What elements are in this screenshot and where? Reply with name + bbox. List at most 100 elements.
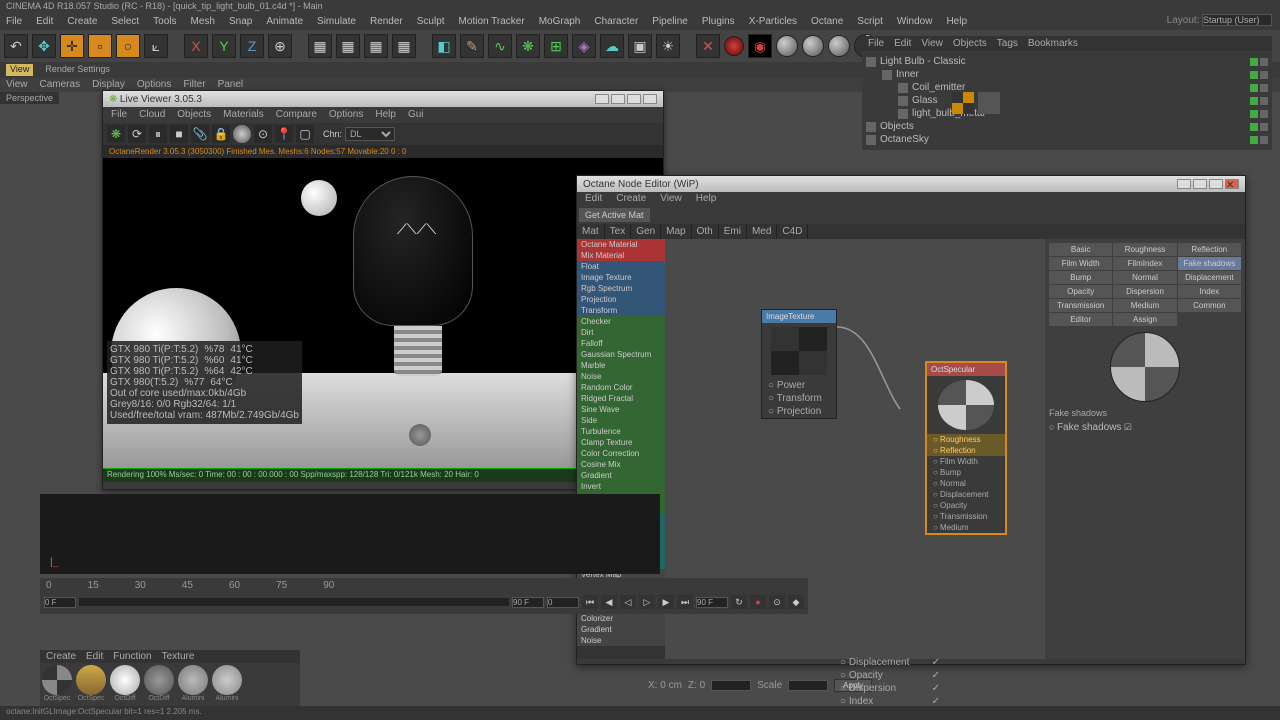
env-icon[interactable]: ☁ [600,34,624,58]
menu-snap[interactable]: Snap [229,16,252,28]
close-icon[interactable] [643,94,657,104]
attr-tab[interactable]: Reflection [1178,243,1241,256]
attr-tab[interactable]: Dispersion [1113,285,1176,298]
node-port[interactable]: ○ Opacity [927,500,1005,511]
scale-input[interactable] [788,680,828,691]
octane-logo-icon[interactable]: ◉ [748,34,772,58]
minimize-icon[interactable] [1177,179,1191,189]
attr-tab[interactable]: FilmIndex [1113,257,1176,270]
array-icon[interactable]: ⊞ [544,34,568,58]
lock-icon[interactable]: 🔒 [212,125,230,143]
menu-plugins[interactable]: Plugins [702,16,735,28]
render-pv-icon[interactable]: ▦ [336,34,360,58]
scale-icon[interactable]: ▫ [88,34,112,58]
menu-render[interactable]: Render [370,16,403,28]
goto-end-icon[interactable]: ⏭ [677,595,693,609]
play-back-icon[interactable]: ◁ [620,595,636,609]
timeline-cur[interactable] [547,597,579,608]
channel-check[interactable]: ○ Opacity✓ [840,669,940,682]
minimize-icon[interactable] [595,94,609,104]
node-port[interactable]: ○ Displacement [927,489,1005,500]
node-type-item[interactable]: Sine Wave [577,404,665,415]
tree-row[interactable]: Glass [866,94,1268,107]
menu-sculpt[interactable]: Sculpt [417,16,445,28]
close-icon[interactable]: ✕ [1225,179,1239,189]
pen-icon[interactable]: ✎ [460,34,484,58]
light-icon[interactable]: ☀ [656,34,680,58]
record-icon[interactable]: ● [750,595,766,609]
node-port[interactable]: ○ Projection [762,405,836,418]
node-port[interactable]: ○ Reflection [927,445,1005,456]
menu-pipeline[interactable]: Pipeline [652,16,688,28]
node-type-item[interactable]: Float [577,261,665,272]
node-type-item[interactable]: Rgb Spectrum [577,283,665,294]
node-editor-titlebar[interactable]: Octane Node Editor (WiP) ✕ [577,176,1245,192]
node-type-item[interactable]: Colorizer [577,613,665,624]
layout-input[interactable] [1202,14,1272,26]
minimize2-icon[interactable] [1193,179,1207,189]
material-thumb[interactable] [144,665,174,695]
step-fwd-icon[interactable]: ▶ [658,595,674,609]
menu-animate[interactable]: Animate [266,16,303,28]
node-type-item[interactable]: Invert [577,481,665,492]
node-type-item[interactable]: Transform [577,305,665,316]
attr-tab[interactable]: Basic [1049,243,1112,256]
attr-tab[interactable]: Displacement [1178,271,1241,284]
live-select-icon[interactable]: ✥ [32,34,56,58]
maximize-icon[interactable] [627,94,641,104]
node-type-item[interactable]: Mix Material [577,250,665,261]
node-type-item[interactable]: Image Texture [577,272,665,283]
move-icon[interactable]: ✛ [60,34,84,58]
node-port[interactable]: ○ Transmission [927,511,1005,522]
octane-rec-icon[interactable] [724,36,744,56]
render-icon[interactable]: ▦ [308,34,332,58]
menu-octane[interactable]: Octane [811,16,843,28]
node-port[interactable]: ○ Medium [927,522,1005,533]
timeline-end[interactable] [512,597,544,608]
oct-mat3-icon[interactable] [828,35,850,57]
attr-tab[interactable]: Editor [1049,313,1112,326]
oct-mat1-icon[interactable] [776,35,798,57]
crop-icon[interactable]: ▢ [296,125,314,143]
xp-icon[interactable]: ✕ [696,34,720,58]
menu-mesh[interactable]: Mesh [191,16,215,28]
timeline-end2[interactable] [696,597,728,608]
image-texture-node[interactable]: ImageTexture ○ Power○ Transform○ Project… [761,309,837,419]
node-type-item[interactable]: Turbulence [577,426,665,437]
attr-tab[interactable]: Fake shadows [1178,257,1241,270]
tag-thumb-icon[interactable] [978,92,1000,114]
node-port[interactable]: ○ Normal [927,478,1005,489]
menu-edit[interactable]: Edit [36,16,53,28]
node-type-item[interactable]: Noise [577,635,665,646]
pin-icon[interactable]: 📍 [275,125,293,143]
recent-icon[interactable]: ⟀ [144,34,168,58]
material-thumb[interactable] [42,665,72,695]
tree-row[interactable]: Inner [866,68,1268,81]
menu-file[interactable]: File [6,16,22,28]
timeline-start[interactable] [44,597,76,608]
camera-icon[interactable]: ▣ [628,34,652,58]
channel-select[interactable]: DL [345,127,395,141]
menu-window[interactable]: Window [897,16,933,28]
refresh-icon[interactable]: ⟳ [128,125,146,143]
attr-tab[interactable]: Index [1178,285,1241,298]
node-port[interactable]: ○ Film Width [927,456,1005,467]
node-type-item[interactable]: Dirt [577,327,665,338]
render-region-icon[interactable]: ▦ [364,34,388,58]
oct-mat2-icon[interactable] [802,35,824,57]
key-icon[interactable]: ◆ [788,595,804,609]
menu-create[interactable]: Create [67,16,97,28]
menu-select[interactable]: Select [111,16,139,28]
attr-tab[interactable]: Opacity [1049,285,1112,298]
attr-tab[interactable]: Roughness [1113,243,1176,256]
attr-tab[interactable]: Medium [1113,299,1176,312]
coord-icon[interactable]: ⊕ [268,34,292,58]
step-back-icon[interactable]: ◀ [601,595,617,609]
menu-mograph[interactable]: MoGraph [539,16,581,28]
x-axis-icon[interactable]: X [184,34,208,58]
autokey-icon[interactable]: ⊙ [769,595,785,609]
menu-help[interactable]: Help [946,16,967,28]
node-type-item[interactable]: Ridged Fractal [577,393,665,404]
node-port[interactable]: ○ Power [762,379,836,392]
sphere-icon[interactable] [233,125,251,143]
